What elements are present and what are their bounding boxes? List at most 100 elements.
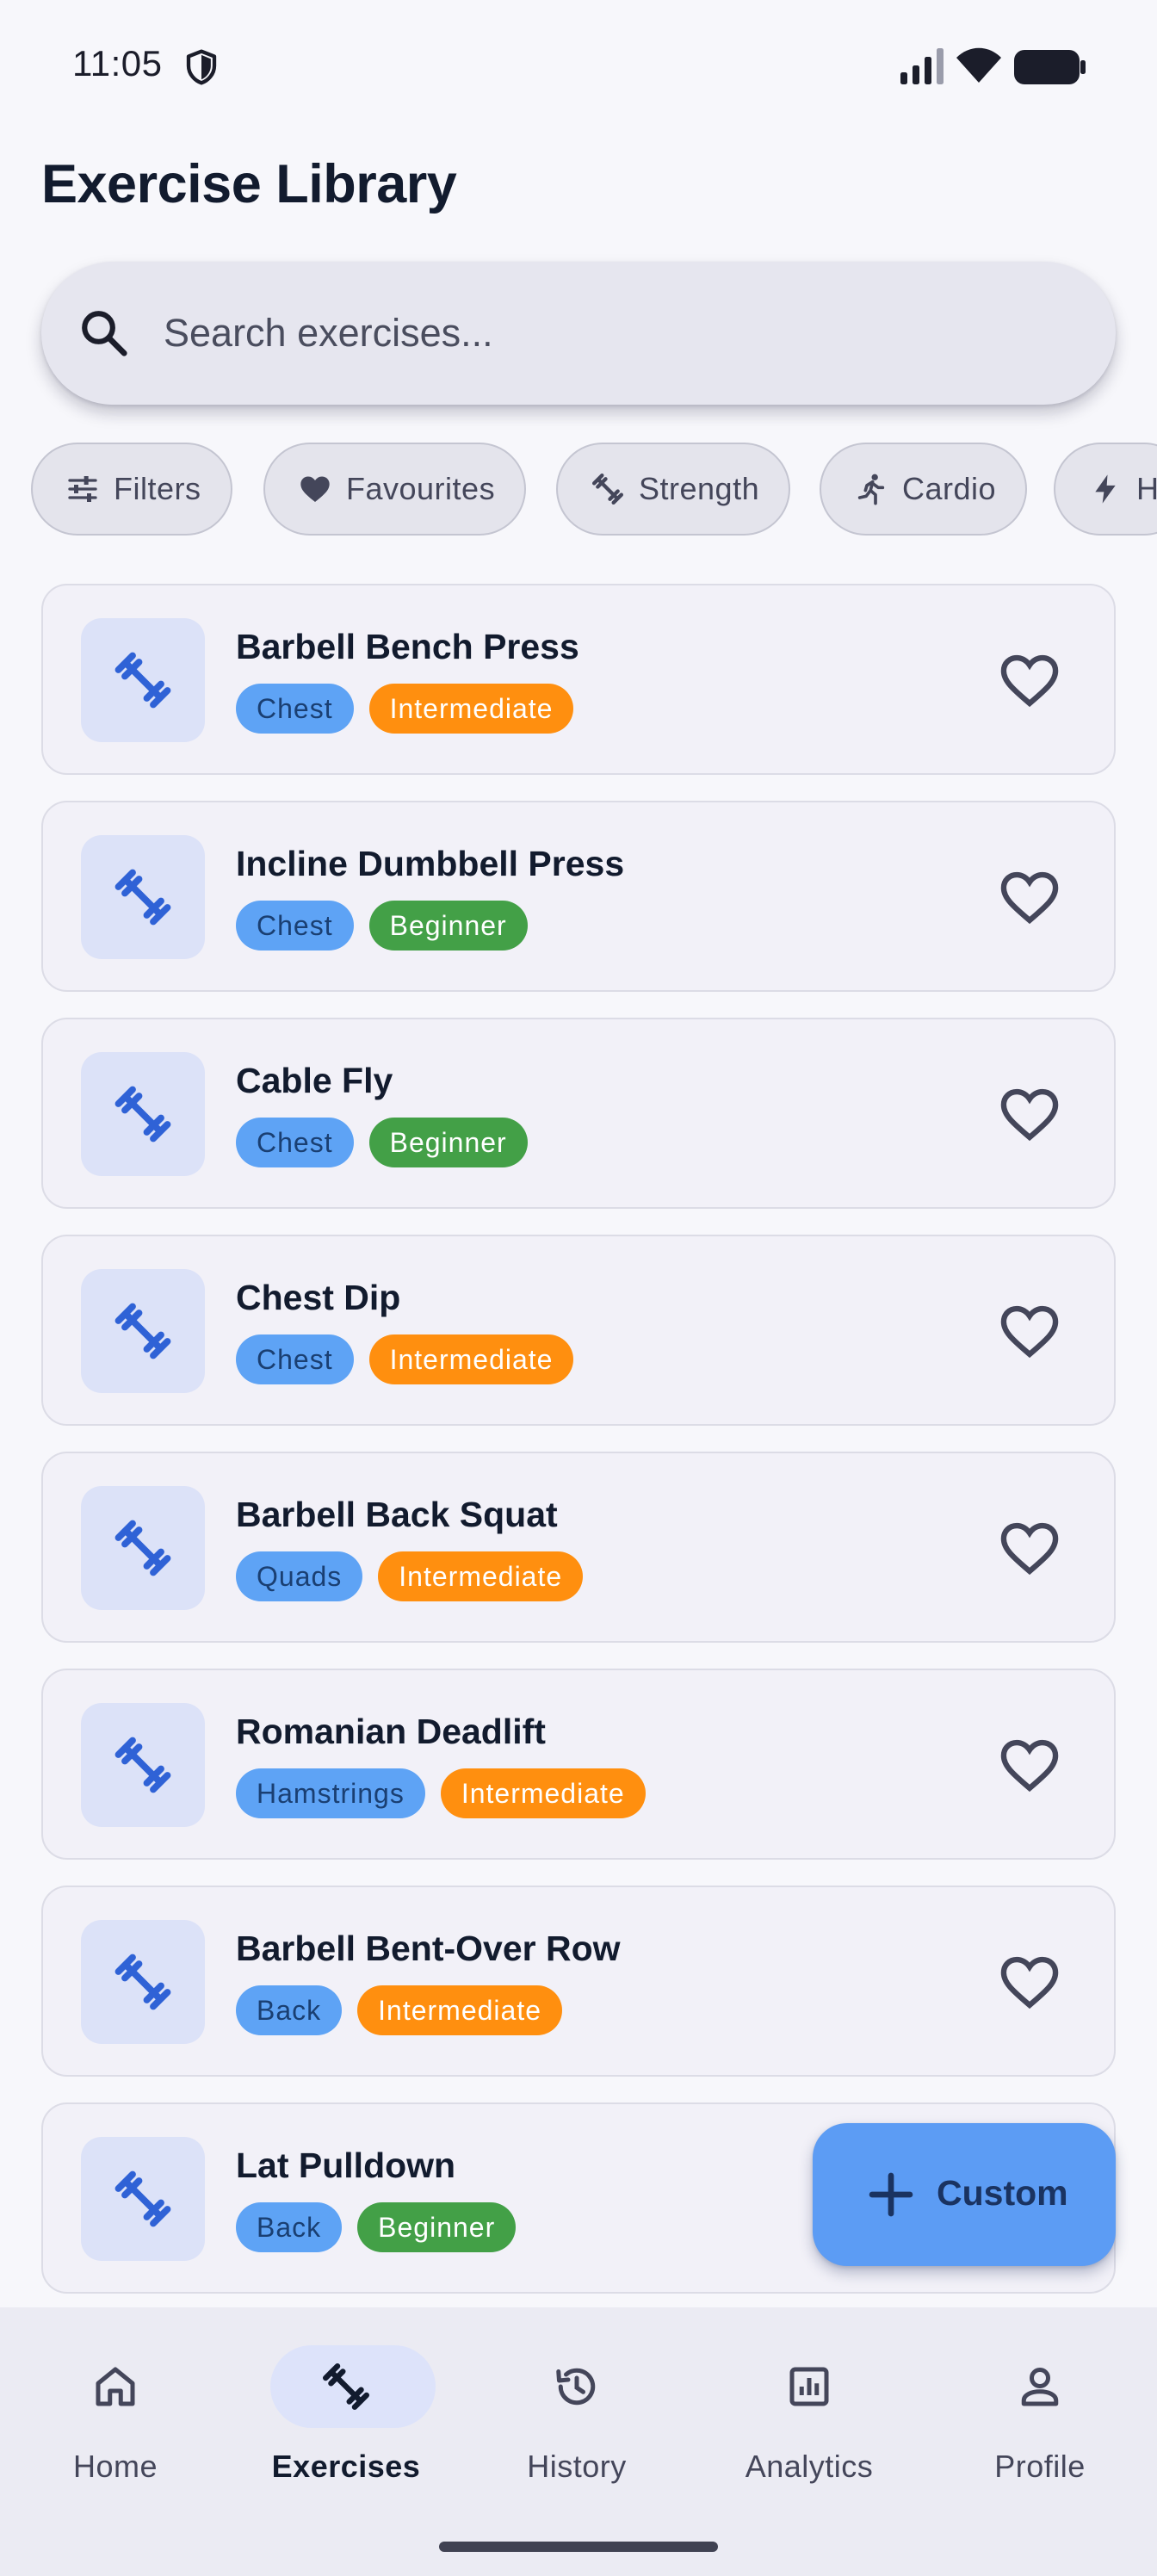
exercise-name: Barbell Bent-Over Row <box>236 1929 621 1968</box>
muscle-tag: Chest <box>236 684 354 734</box>
chip-hiit[interactable]: H <box>1054 443 1157 536</box>
chip-label: Cardio <box>902 471 997 506</box>
nav-home[interactable]: Home <box>29 2345 219 2484</box>
level-tag: Intermediate <box>378 1551 584 1601</box>
exercise-tags: Chest Intermediate <box>236 684 574 734</box>
nav-label: Home <box>72 2449 158 2484</box>
level-tag: Beginner <box>368 1118 528 1167</box>
exercise-tags: Chest Beginner <box>236 1118 528 1167</box>
chip-label: Strength <box>639 471 760 506</box>
dumbbell-icon <box>323 2363 369 2410</box>
chip-favourites[interactable]: Favourites <box>263 443 527 536</box>
muscle-tag: Quads <box>236 1551 363 1601</box>
exercise-tags: Chest Beginner <box>236 901 528 951</box>
exercise-library-screen: 11:05 Exercise Library Search exercises.… <box>0 0 1157 2576</box>
dumbbell-icon <box>114 1737 171 1793</box>
level-tag: Intermediate <box>440 1768 646 1818</box>
level-tag: Intermediate <box>368 684 574 734</box>
exercise-thumbnail <box>81 2137 205 2261</box>
exercise-card[interactable]: Romanian Deadlift Hamstrings Intermediat… <box>41 1669 1116 1860</box>
page-title: Exercise Library <box>41 154 457 214</box>
favourite-heart-icon[interactable] <box>997 1081 1062 1147</box>
favourite-heart-icon[interactable] <box>997 1515 1062 1581</box>
nav-label: History <box>527 2449 627 2484</box>
muscle-tag: Chest <box>236 901 354 951</box>
level-tag: Intermediate <box>368 1334 574 1384</box>
chip-label: H <box>1136 471 1157 506</box>
chip-label: Favourites <box>346 471 496 506</box>
exercise-name: Barbell Back Squat <box>236 1495 558 1534</box>
analytics-icon <box>789 2367 829 2406</box>
exercise-name: Barbell Bench Press <box>236 627 579 666</box>
dumbbell-icon <box>114 869 171 926</box>
favourite-heart-icon[interactable] <box>997 864 1062 930</box>
exercise-card[interactable]: Barbell Bent-Over Row Back Intermediate <box>41 1886 1116 2077</box>
add-custom-exercise-button[interactable]: Custom <box>813 2123 1116 2266</box>
search-bar[interactable] <box>41 262 1116 405</box>
nav-history[interactable]: History <box>491 2345 680 2484</box>
wifi-icon <box>956 47 1001 83</box>
exercise-name: Cable Fly <box>236 1061 393 1100</box>
exercise-thumbnail <box>81 1269 205 1393</box>
nav-analytics[interactable]: Analytics <box>723 2345 913 2484</box>
dumbbell-icon <box>114 1520 171 1576</box>
status-bar: 11:05 <box>0 0 1157 134</box>
home-indicator[interactable] <box>439 2542 718 2552</box>
search-input[interactable] <box>164 294 1076 372</box>
dumbbell-icon <box>592 474 623 505</box>
muscle-tag: Back <box>236 1985 343 2035</box>
exercise-name: Chest Dip <box>236 1278 401 1317</box>
exercise-card[interactable]: Chest Dip Chest Intermediate <box>41 1235 1116 1426</box>
running-icon <box>857 474 885 505</box>
chip-strength[interactable]: Strength <box>556 443 791 536</box>
chip-cardio[interactable]: Cardio <box>820 443 1028 536</box>
exercise-card[interactable]: Barbell Bench Press Chest Intermediate <box>41 584 1116 775</box>
tune-icon <box>68 476 97 502</box>
level-tag: Beginner <box>357 2202 517 2252</box>
exercise-thumbnail <box>81 618 205 742</box>
exercise-card[interactable]: Cable Fly Chest Beginner <box>41 1018 1116 1209</box>
dumbbell-icon <box>114 2170 171 2227</box>
person-icon <box>1021 2367 1059 2406</box>
dumbbell-icon <box>114 1303 171 1359</box>
filter-chip-row: Filters Favourites Strength Cardio H <box>31 443 1157 536</box>
favourite-heart-icon[interactable] <box>997 1732 1062 1798</box>
muscle-tag: Hamstrings <box>236 1768 425 1818</box>
nav-profile[interactable]: Profile <box>954 2345 1143 2484</box>
exercise-name: Romanian Deadlift <box>236 1712 546 1751</box>
nav-label: Profile <box>994 2449 1086 2484</box>
nav-exercises[interactable]: Exercises <box>260 2345 449 2484</box>
nav-label: Analytics <box>745 2449 874 2484</box>
chip-label: Filters <box>114 471 201 506</box>
exercise-tags: Back Intermediate <box>236 1985 563 2035</box>
status-time: 11:05 <box>72 43 163 84</box>
exercise-thumbnail <box>81 1703 205 1827</box>
chip-filters[interactable]: Filters <box>31 443 232 536</box>
dumbbell-icon <box>114 1086 171 1142</box>
exercise-tags: Chest Intermediate <box>236 1334 574 1384</box>
exercise-tags: Back Beginner <box>236 2202 517 2252</box>
exercise-thumbnail <box>81 1052 205 1176</box>
muscle-tag: Chest <box>236 1118 354 1167</box>
favourite-heart-icon[interactable] <box>997 1949 1062 2015</box>
level-tag: Intermediate <box>357 1985 563 2035</box>
heart-filled-icon <box>300 476 330 502</box>
home-icon <box>96 2367 135 2406</box>
history-icon <box>556 2368 596 2406</box>
muscle-tag: Back <box>236 2202 343 2252</box>
favourite-heart-icon[interactable] <box>997 1298 1062 1364</box>
exercise-card[interactable]: Barbell Back Squat Quads Intermediate <box>41 1452 1116 1643</box>
exercise-tags: Hamstrings Intermediate <box>236 1768 646 1818</box>
exercise-card[interactable]: Incline Dumbbell Press Chest Beginner <box>41 801 1116 992</box>
bolt-icon <box>1095 474 1116 504</box>
exercise-thumbnail <box>81 1920 205 2044</box>
exercise-tags: Quads Intermediate <box>236 1551 584 1601</box>
muscle-tag: Chest <box>236 1334 354 1384</box>
search-icon <box>82 311 127 356</box>
battery-icon <box>1014 50 1086 84</box>
exercise-name: Lat Pulldown <box>236 2146 456 2185</box>
bottom-navigation: Home Exercises History Analytics Profile <box>0 2307 1157 2576</box>
favourite-heart-icon[interactable] <box>997 647 1062 713</box>
dumbbell-icon <box>114 652 171 709</box>
exercise-thumbnail <box>81 1486 205 1610</box>
